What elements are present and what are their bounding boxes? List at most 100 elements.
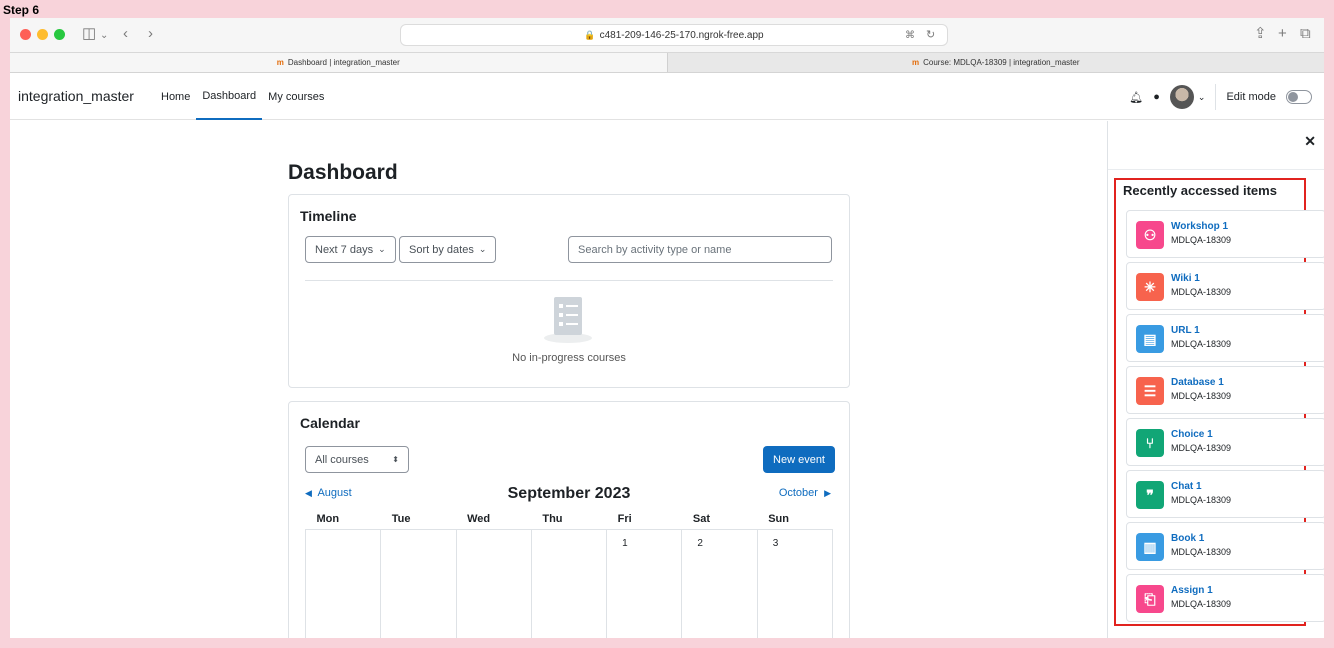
recent-item-course: MDLQA-18309: [1171, 235, 1232, 245]
site-navbar: integration_master Home Dashboard My cou…: [10, 74, 1324, 120]
weekday-header: Thu: [531, 510, 607, 530]
minimize-window-button[interactable]: [37, 29, 48, 40]
nav-home[interactable]: Home: [155, 74, 196, 120]
new-event-button[interactable]: New event: [763, 446, 835, 473]
nav-my-courses[interactable]: My courses: [262, 74, 330, 120]
address-bar-url: c481-209-146-25-170.ngrok-free.app: [599, 29, 764, 41]
avatar[interactable]: [1169, 85, 1194, 109]
workshop-icon: ⚇: [1136, 221, 1164, 249]
timeline-search-input[interactable]: Search by activity type or name: [568, 236, 832, 263]
translate-icon[interactable]: ⌘: [905, 27, 915, 45]
tab-label: Dashboard | integration_master: [287, 58, 400, 67]
weekday-header: Wed: [456, 510, 532, 530]
tab-overview-icon[interactable]: ⧉: [1300, 25, 1311, 43]
close-drawer-icon[interactable]: ✕: [1304, 133, 1316, 150]
maximize-window-button[interactable]: [54, 29, 65, 40]
wiki-icon: ✳: [1136, 273, 1164, 301]
user-navigation: 🔔︎ ● ⌄ Edit mode: [1129, 74, 1312, 120]
recent-item-database[interactable]: ☰ Database 1 MDLQA-18309: [1126, 366, 1324, 414]
sidebar-toggle-icon[interactable]: ◫: [82, 25, 96, 43]
tab-dashboard[interactable]: m Dashboard | integration_master: [10, 53, 667, 72]
calendar-day-cell[interactable]: 3: [756, 528, 834, 638]
recent-item-name[interactable]: Chat 1: [1171, 481, 1202, 492]
select-arrows-icon: ⬍: [392, 455, 399, 464]
toggle-knob: [1288, 92, 1298, 102]
recent-item-name[interactable]: Database 1: [1171, 377, 1224, 388]
recent-item-course: MDLQA-18309: [1171, 391, 1232, 401]
calendar-day-cell[interactable]: 2: [681, 528, 758, 638]
weekday-header: Tue: [380, 510, 457, 530]
choice-icon: ⑂: [1136, 429, 1164, 457]
page-title: Dashboard: [288, 161, 398, 184]
timeline-range-select[interactable]: Next 7 days ⌄: [305, 236, 396, 263]
tab-course[interactable]: m Course: MDLQA-18309 | integration_mast…: [666, 53, 1325, 72]
recent-item-name[interactable]: Book 1: [1171, 533, 1204, 544]
recent-item-course: MDLQA-18309: [1171, 495, 1232, 505]
chat-icon: ❞: [1136, 481, 1164, 509]
share-icon[interactable]: ⇪: [1254, 25, 1267, 43]
timeline-empty-text: No in-progress courses: [512, 352, 626, 364]
book-icon: ▥: [1136, 533, 1164, 561]
moodle-favicon-icon: m: [912, 58, 920, 67]
right-block-drawer: ✕ Recently accessed items ⚇ Workshop 1 M…: [1107, 121, 1324, 638]
chat-bubble-icon[interactable]: ●: [1153, 91, 1160, 103]
recent-item-name[interactable]: Assign 1: [1171, 585, 1213, 596]
nav-dashboard[interactable]: Dashboard: [196, 74, 263, 120]
new-tab-icon[interactable]: +: [1278, 25, 1287, 43]
caret-right-icon: ▶: [824, 488, 831, 498]
search-placeholder: Search by activity type or name: [578, 243, 732, 256]
calendar-day-cell: [304, 528, 382, 638]
recent-item-course: MDLQA-18309: [1171, 599, 1232, 609]
reload-icon[interactable]: ↻: [926, 26, 935, 44]
lock-icon: 🔒: [584, 29, 596, 40]
timeline-sort-value: Sort by dates: [409, 243, 474, 256]
next-month-label: October: [778, 487, 818, 499]
divider: [1215, 84, 1217, 110]
back-icon[interactable]: ‹: [123, 25, 128, 43]
recent-item-name[interactable]: Choice 1: [1171, 429, 1213, 440]
recent-item-choice[interactable]: ⑂ Choice 1 MDLQA-18309: [1126, 418, 1324, 466]
divider: [305, 280, 833, 281]
edit-mode-toggle[interactable]: [1286, 90, 1312, 104]
chevron-down-icon[interactable]: ⌄: [1198, 92, 1206, 103]
calendar-month-title: September 2023: [507, 485, 631, 502]
site-name[interactable]: integration_master: [18, 88, 134, 104]
browser-toolbar: ◫ ⌄ ‹ › 🔒 c481-209-146-25-170.ngrok-free…: [10, 18, 1324, 52]
assign-icon: ⎗: [1136, 585, 1164, 613]
recent-item-name[interactable]: URL 1: [1171, 325, 1200, 336]
primary-navigation: Home Dashboard My courses: [155, 74, 330, 120]
weekday-header: Fri: [606, 510, 682, 530]
recent-item-course: MDLQA-18309: [1171, 547, 1232, 557]
recent-item-wiki[interactable]: ✳ Wiki 1 MDLQA-18309: [1126, 262, 1324, 310]
timeline-block: Timeline Next 7 days ⌄ Sort by dates ⌄ S…: [288, 194, 850, 388]
close-window-button[interactable]: [20, 29, 31, 40]
recent-item-assign[interactable]: ⎗ Assign 1 MDLQA-18309: [1126, 574, 1324, 622]
weekday-header-row: Mon Tue Wed Thu Fri Sat Sun: [305, 510, 833, 530]
next-month-link[interactable]: October ▶: [779, 487, 831, 499]
bell-icon[interactable]: 🔔︎: [1129, 91, 1143, 104]
calendar-course-select[interactable]: All courses ⬍: [305, 446, 409, 473]
edit-mode-label: Edit mode: [1226, 91, 1276, 103]
recent-item-chat[interactable]: ❞ Chat 1 MDLQA-18309: [1126, 470, 1324, 518]
timeline-range-value: Next 7 days: [315, 243, 374, 256]
timeline-title: Timeline: [300, 208, 357, 224]
recent-item-url[interactable]: ▤ URL 1 MDLQA-18309: [1126, 314, 1324, 362]
calendar-block: Calendar All courses ⬍ New event ◀ Augus…: [288, 401, 850, 638]
recent-item-course: MDLQA-18309: [1171, 339, 1232, 349]
recent-item-workshop[interactable]: ⚇ Workshop 1 MDLQA-18309: [1126, 210, 1324, 258]
drawer-title: Recently accessed items: [1123, 183, 1277, 198]
recent-item-book[interactable]: ▥ Book 1 MDLQA-18309: [1126, 522, 1324, 570]
weekday-header: Sun: [757, 510, 833, 530]
calendar-day-cell: [530, 528, 608, 638]
database-icon: ☰: [1136, 377, 1164, 405]
chevron-down-icon: ⌄: [478, 244, 487, 254]
window-controls: [20, 29, 65, 40]
address-bar[interactable]: 🔒 c481-209-146-25-170.ngrok-free.app: [400, 24, 948, 46]
chevron-down-icon[interactable]: ⌄: [100, 27, 108, 45]
forward-icon[interactable]: ›: [148, 25, 153, 43]
calendar-day-cell[interactable]: 1: [606, 528, 683, 638]
recent-item-name[interactable]: Workshop 1: [1171, 221, 1228, 232]
calendar-week-row: 1 2 3: [304, 528, 834, 638]
timeline-sort-select[interactable]: Sort by dates ⌄: [399, 236, 497, 263]
recent-item-name[interactable]: Wiki 1: [1171, 273, 1200, 284]
